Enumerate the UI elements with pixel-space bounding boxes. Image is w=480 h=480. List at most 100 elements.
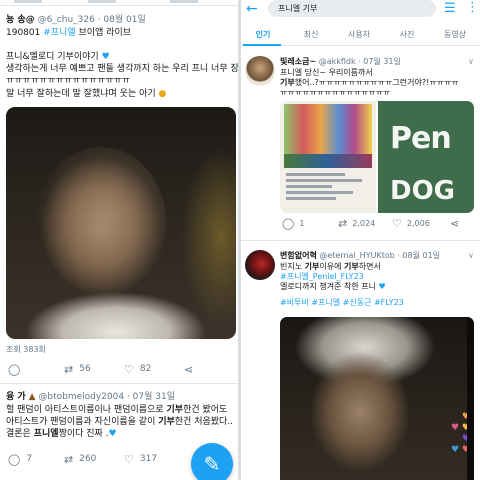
reply-button[interactable]: ◯ 1: [282, 218, 304, 229]
tweet-text: 했어..?ㅠㅠㅠㅠㅠㅠㅠㅠㅠㅠ그런거야?!ㅠㅠㅠㅠ: [294, 78, 459, 87]
tweet-video-player[interactable]: [6, 107, 236, 339]
tweet-text: 멜로디까지 챙겨준 착한 프니: [280, 282, 376, 291]
tweet-user-name[interactable]: 변함없어혁: [280, 251, 317, 260]
tweet-text: 짱이다 진짜 .: [58, 429, 109, 439]
hashtag-links[interactable]: #비투비 #프니엘 #신동근 #FLY23: [280, 298, 404, 307]
search-bar: ← 프니엘 기부 ☰ ⋮: [241, 0, 480, 20]
top-partial-toolbar: [0, 0, 238, 6]
heart-icon: ♡: [124, 362, 134, 376]
retweet-icon: ⇄: [64, 362, 74, 376]
retweet-button[interactable]: ⇄ 2,024: [338, 218, 375, 229]
retweet-button[interactable]: ⇄ 260: [64, 451, 96, 467]
tweet-header[interactable]: 빛레소금~ @akkfldk · 07월 31일: [280, 57, 401, 67]
tweet-text: 헐 팬덤이 아티스트이름이나 팬덤이름으로: [6, 405, 164, 415]
tweet-image-sign[interactable]: Pen DOG: [378, 101, 474, 213]
retweet-button[interactable]: ⇄ 56: [64, 361, 91, 377]
reply-button[interactable]: ◯: [8, 361, 20, 377]
partial-tab-indicator: [88, 0, 116, 3]
tab-users[interactable]: 사용자: [339, 29, 379, 40]
tweet-handle-date: @6_chu_326 · 08월 01일: [37, 15, 146, 25]
tweet-text: 한건 봤어도: [183, 405, 228, 415]
highlighted-keyword: 기부: [158, 417, 175, 427]
tweet-user-name[interactable]: 융 가: [6, 392, 26, 402]
tweet-header[interactable]: 변함없어혁 @eternal_HYUKtob · 08월 01일: [280, 251, 440, 261]
tweet-text: 하면서: [358, 262, 381, 271]
right-search-pane: ← 프니엘 기부 ☰ ⋮ 인기 최신 사용자 사진 동영상 빛레소금~ @akk…: [241, 0, 480, 480]
highlighted-keyword: 기부: [280, 78, 295, 87]
blue-heart-emoji-icon: ♥: [101, 52, 110, 62]
like-button[interactable]: ♡ 82: [124, 361, 151, 377]
tweet-text-line: 헐 팬덤이 아티스트이름이나 팬덤이름으로 기부한건 봤어도: [6, 405, 234, 417]
tweet-text-line: 190801 #프니엘 브이앱 라이브: [6, 28, 234, 40]
screenshot-frame: 뇽 송@ @6_chu_326 · 08월 01일 190801 #프니엘 브이…: [0, 0, 480, 480]
hashtag-link[interactable]: #프니엘_Peniel_FLY23: [280, 272, 364, 281]
active-tab-indicator: [243, 44, 281, 46]
retweet-count: 56: [79, 364, 91, 374]
tweet-divider: [0, 383, 238, 384]
video-edge-bar: [467, 317, 474, 480]
tweet-handle-date: @eternal_HYUKtob · 08월 01일: [319, 251, 441, 260]
video-view-count: 조회 383회: [6, 345, 46, 354]
highlighted-keyword: 프니엘: [33, 429, 59, 439]
tweet-text: 아티스트가 팬덤이름과 자신이름을 같이: [6, 417, 156, 427]
blue-heart-emoji-icon: ♥: [378, 282, 386, 291]
tweet-user-name[interactable]: 뇽 송@: [6, 15, 35, 25]
tweet-text-line: #비투비 #프니엘 #신동근 #FLY23: [280, 298, 404, 309]
tweet-user-name[interactable]: 빛레소금~: [280, 57, 316, 66]
tweet-action-bar: ◯ ⇄ 56 ♡ 82 ⋖: [0, 361, 238, 377]
floating-hearts-icon: ♥ ♥ ♥ ♥ ♥ ♥: [450, 412, 470, 455]
reply-button[interactable]: ◯ 7: [8, 451, 32, 467]
tweet-image-poster[interactable]: [280, 101, 376, 213]
share-button[interactable]: ⋖: [184, 361, 193, 377]
retweet-icon: ⇄: [338, 217, 348, 230]
more-options-icon[interactable]: ⋮: [466, 0, 479, 15]
search-input[interactable]: 프니엘 기부: [268, 0, 436, 17]
reply-icon: ◯: [8, 452, 21, 466]
retweet-count: 260: [79, 454, 97, 464]
tweet-text-line: 말 너무 잘하는데 말 잘했냐며 웃는 아기 ●: [6, 89, 234, 101]
like-count: 2,006: [406, 219, 430, 228]
tweet-text: 프니&멜로디 기부이야기: [6, 52, 99, 62]
sign-text: DOG: [390, 176, 456, 206]
tweet-video-player[interactable]: ♥ ♥ ♥ ♥ ♥ ♥: [280, 317, 474, 480]
partial-tab-indicator: [170, 0, 198, 3]
partial-tab-indicator: [14, 0, 42, 3]
tweet-header[interactable]: 융 가 ▲ @btobmelody2004 · 07월 31일: [6, 392, 175, 403]
tab-videos[interactable]: 동영상: [435, 29, 475, 40]
like-button[interactable]: ♡ 2,006: [392, 218, 430, 229]
blue-heart-emoji-icon: ♥: [108, 429, 117, 439]
poster-photo-strip: [284, 154, 372, 168]
tweet-text: 결론은: [6, 429, 31, 439]
hashtag-link[interactable]: #프니엘: [43, 28, 75, 38]
tweet-text-line: 기부했어..?ㅠㅠㅠㅠㅠㅠㅠㅠㅠㅠ그런거야?!ㅠㅠㅠㅠ: [280, 78, 459, 89]
filter-icon[interactable]: ☰: [444, 1, 456, 16]
tweet-image-grid: Pen DOG: [280, 101, 474, 213]
tweet-text-line: 멜로디까지 챙겨준 착한 프니 ♥: [280, 282, 386, 293]
tweet-divider: [241, 240, 480, 241]
like-button[interactable]: ♡ 317: [124, 451, 157, 467]
tweet-text-line: ㅠㅠㅠㅠㅠㅠㅠㅠㅠㅠㅠㅠㅠㅠㅠ: [6, 76, 131, 86]
retweet-count: 2,024: [352, 219, 376, 228]
tab-popular[interactable]: 인기: [243, 29, 283, 40]
sign-text: Pen: [390, 121, 452, 156]
user-avatar[interactable]: [245, 56, 275, 86]
search-tabs: 인기 최신 사용자 사진 동영상: [241, 26, 480, 46]
tab-photos[interactable]: 사진: [387, 29, 427, 40]
share-button[interactable]: ⋖: [450, 218, 459, 229]
tweet-text: 말 너무 잘하는데 말 잘했냐며 웃는 아기: [6, 89, 156, 99]
tweet-text: 브이앱 라이브: [78, 28, 132, 38]
tweet-header[interactable]: 뇽 송@ @6_chu_326 · 08월 01일: [6, 15, 146, 26]
tweet-text-line: 결론은 프니엘짱이다 진짜 .♥: [6, 429, 234, 441]
compose-tweet-button[interactable]: ✎: [191, 443, 233, 480]
back-arrow-icon[interactable]: ←: [246, 1, 258, 17]
highlighted-keyword: 기부: [304, 262, 320, 271]
chevron-down-icon[interactable]: ∨: [468, 57, 474, 66]
tab-latest[interactable]: 최신: [291, 29, 331, 40]
reply-count: 1: [299, 219, 305, 228]
poster-photo-collage: [284, 104, 372, 154]
chevron-down-icon[interactable]: ∨: [468, 251, 474, 260]
user-avatar[interactable]: [245, 250, 275, 280]
tweet-date-text: 190801: [6, 28, 41, 38]
share-icon: ⋖: [450, 217, 460, 230]
tweet-text: 한건 처음봤다..: [174, 417, 234, 427]
